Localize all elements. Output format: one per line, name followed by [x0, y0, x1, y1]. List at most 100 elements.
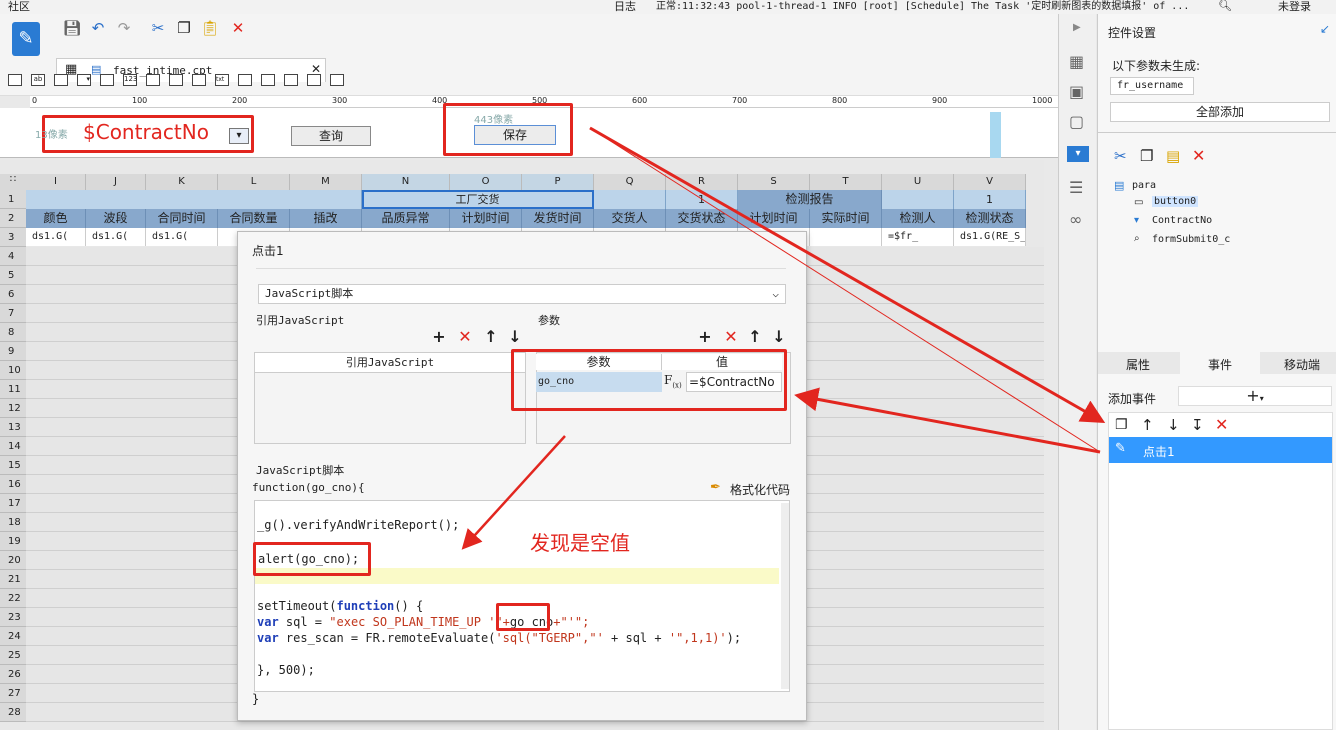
tree-widget-icon[interactable] [284, 74, 298, 86]
column-header[interactable]: J [86, 174, 146, 190]
column-label-cell[interactable]: 波段 [86, 209, 146, 228]
move-down-icon[interactable]: ↓ [1167, 416, 1180, 434]
move-bottom-icon[interactable]: ↧ [1191, 416, 1204, 434]
save-button[interactable]: 保存 [474, 125, 556, 145]
save-icon[interactable]: 💾︎ [62, 18, 82, 38]
copy-icon[interactable]: ❐ [174, 18, 194, 38]
checkbox-widget-icon[interactable] [261, 74, 275, 86]
tab-events[interactable]: 事件 [1208, 356, 1232, 373]
column-header[interactable]: K [146, 174, 218, 190]
data-cell[interactable]: =$fr_ [882, 228, 954, 246]
row-header[interactable]: 13 [0, 418, 26, 437]
param-name-cell[interactable]: go_cno [536, 372, 662, 392]
button-widget-icon[interactable] [54, 74, 68, 86]
delete-icon[interactable]: ✕ [1192, 146, 1205, 165]
column-label-cell[interactable]: 检测人 [882, 209, 954, 228]
column-header[interactable]: R [666, 174, 738, 190]
textarea-widget-icon[interactable]: txt [215, 74, 229, 86]
hyperlink-icon[interactable]: ∞ [1069, 210, 1082, 229]
data-cell[interactable]: ds1.G( [86, 228, 146, 246]
row-header[interactable]: 3 [0, 228, 26, 247]
column-label-cell[interactable]: 检测状态 [954, 209, 1026, 228]
row-header[interactable]: 2 (H) [0, 209, 26, 243]
redo-icon[interactable]: ↷ [114, 18, 134, 38]
row-header[interactable]: 17 [0, 494, 26, 513]
data-cell[interactable]: ds1.G( [146, 228, 218, 246]
header-cell[interactable]: 1 [666, 190, 738, 209]
tree-root[interactable]: para [1132, 180, 1156, 191]
header-cell-factory[interactable]: 工厂交货 [362, 190, 594, 209]
list-widget-icon[interactable] [330, 74, 344, 86]
designer-logo-icon[interactable]: ✎ [12, 22, 40, 56]
widget-settings-icon[interactable]: ▾ [1067, 146, 1089, 162]
date-widget-icon[interactable] [100, 74, 114, 86]
move-up-icon[interactable]: ↑ [1141, 416, 1154, 434]
delete-event-icon[interactable]: ✕ [1215, 415, 1228, 434]
format-broom-icon[interactable]: ✒ [710, 480, 721, 495]
add-event-button[interactable]: +▾ [1178, 386, 1332, 406]
row-header[interactable]: 28 [0, 703, 26, 722]
column-header[interactable]: N [362, 174, 450, 190]
search-icon[interactable]: 🔍︎ [1218, 0, 1232, 12]
cut-icon[interactable]: ✂ [1114, 147, 1127, 165]
row-header[interactable]: 20 [0, 551, 26, 570]
column-label-cell[interactable]: 插改 [290, 209, 362, 228]
combobox-widget-icon[interactable]: ▾ [77, 74, 91, 86]
formula-icon[interactable]: F(x) [664, 373, 682, 389]
header-cell[interactable] [882, 190, 954, 209]
row-header[interactable]: 23 [0, 608, 26, 627]
row-header[interactable]: 9 [0, 342, 26, 361]
float-element-icon[interactable]: ▢ [1069, 112, 1084, 131]
column-header[interactable]: P [522, 174, 594, 190]
remove-param-icon[interactable]: ✕ [722, 327, 740, 346]
tree-item-contractno[interactable]: ContractNo [1152, 215, 1212, 226]
row-header[interactable]: 5 [0, 266, 26, 285]
row-header[interactable]: 1 (H) [0, 190, 26, 224]
password-widget-icon[interactable] [146, 74, 160, 86]
ref-up-icon[interactable]: ↑ [482, 327, 500, 346]
header-cell[interactable] [26, 190, 362, 209]
format-code-button[interactable]: 格式化代码 [730, 481, 790, 498]
copy-event-icon[interactable]: ❐ [1115, 417, 1128, 433]
row-header[interactable]: 6 [0, 285, 26, 304]
add-ref-icon[interactable]: + [430, 327, 448, 346]
condition-icon[interactable]: ☰ [1069, 178, 1083, 197]
row-header[interactable]: 12 [0, 399, 26, 418]
row-header[interactable]: 26 [0, 665, 26, 684]
column-label-cell[interactable]: 交货状态 [666, 209, 738, 228]
header-cell-report[interactable]: 检测报告 [738, 190, 882, 209]
checkbox-group-icon[interactable] [192, 74, 206, 86]
column-header[interactable]: L [218, 174, 290, 190]
column-header[interactable]: V [954, 174, 1026, 190]
column-label-cell[interactable]: 交货人 [594, 209, 666, 228]
param-value-field[interactable]: =$ContractNo [686, 372, 782, 392]
column-label-cell[interactable]: 颜色 [26, 209, 86, 228]
row-header[interactable]: 10 [0, 361, 26, 380]
column-label-cell[interactable]: 发货时间 [522, 209, 594, 228]
data-cell[interactable]: ds1.G(RE_S_ [954, 228, 1026, 246]
row-header[interactable]: 21 [0, 570, 26, 589]
header-cell[interactable]: 1 [954, 190, 1026, 209]
cut-icon[interactable]: ✂ [148, 18, 168, 38]
copy-icon[interactable]: ❐ [1140, 147, 1153, 165]
param-fr-username[interactable]: fr_username [1110, 77, 1194, 95]
contract-no-field[interactable]: $ContractNo [83, 120, 209, 144]
row-header[interactable]: 7 [0, 304, 26, 323]
text-widget-icon[interactable]: ab [31, 74, 45, 86]
column-label-cell[interactable]: 合同数量 [218, 209, 290, 228]
row-header[interactable]: 22 [0, 589, 26, 608]
delete-icon[interactable]: ✕ [228, 18, 248, 38]
column-header[interactable]: I [26, 174, 86, 190]
param-down-icon[interactable]: ↓ [770, 327, 788, 346]
paste-icon[interactable]: 📋︎ [200, 18, 220, 38]
contract-no-widget[interactable]: 13像素 $ContractNo ▾ [35, 115, 254, 153]
row-header[interactable]: 4 [0, 247, 26, 266]
log-label[interactable]: 日志 [614, 0, 636, 13]
column-header[interactable]: Q [594, 174, 666, 190]
column-header[interactable]: U [882, 174, 954, 190]
label-widget-icon[interactable] [8, 74, 22, 86]
column-label-cell[interactable]: 实际时间 [810, 209, 882, 228]
tab-properties[interactable]: 属性 [1126, 356, 1150, 373]
column-header[interactable]: O [450, 174, 522, 190]
row-header[interactable]: 11 [0, 380, 26, 399]
